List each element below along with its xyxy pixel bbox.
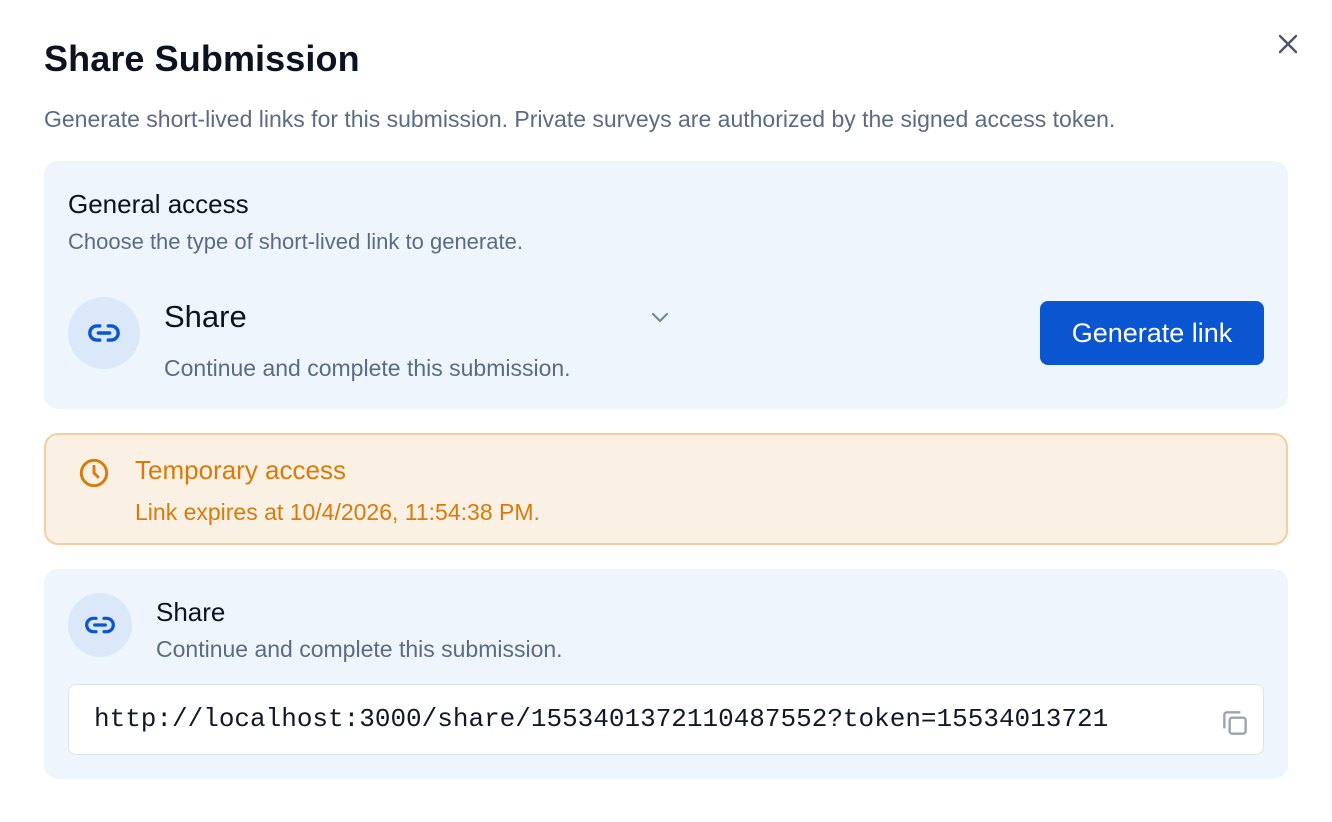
share-dialog: Share Submission Generate short-lived li…: [0, 0, 1332, 822]
general-access-title: General access: [68, 189, 249, 219]
share-url-field[interactable]: http://localhost:3000/share/155340137211…: [68, 684, 1264, 755]
link-type-select[interactable]: Share Continue and complete this submiss…: [164, 291, 684, 387]
chevron-down-icon: [651, 312, 669, 323]
generated-link-card: Share Continue and complete this submiss…: [44, 569, 1288, 779]
close-button[interactable]: [1272, 28, 1304, 60]
copy-icon: [1223, 711, 1247, 735]
close-icon: [1278, 34, 1298, 54]
temporary-access-alert: Temporary access Link expires at 10/4/20…: [44, 433, 1288, 545]
generated-link-avatar: [68, 593, 132, 657]
generate-link-button[interactable]: Generate link: [1040, 301, 1264, 365]
share-url[interactable]: http://localhost:3000/share/155340137211…: [94, 704, 1194, 734]
generated-link-title: Share: [156, 597, 226, 627]
link-type-description: Continue and complete this submission.: [164, 355, 571, 381]
link-type-value: Share: [164, 299, 247, 334]
dialog-subtitle: Generate short-lived links for this subm…: [44, 106, 1116, 132]
link-icon: [88, 324, 120, 342]
expiry-message: Link expires at 10/4/2026, 11:54:38 PM.: [135, 499, 540, 525]
generated-link-description: Continue and complete this submission.: [156, 636, 563, 662]
temporary-access-title: Temporary access: [135, 455, 346, 485]
link-type-avatar: [68, 297, 140, 369]
general-access-description: Choose the type of short-lived link to g…: [68, 229, 523, 254]
clock-icon: [79, 458, 109, 488]
general-access-card: General access Choose the type of short-…: [44, 161, 1288, 409]
link-icon: [85, 616, 115, 634]
dialog-title: Share Submission: [44, 38, 360, 79]
copy-button[interactable]: [1217, 705, 1253, 741]
